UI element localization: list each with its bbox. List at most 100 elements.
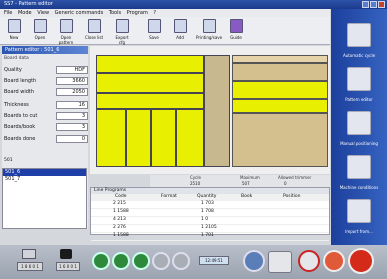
open-folder-icon [33,19,47,33]
pattern-piece[interactable] [96,73,204,93]
strip-piece [232,113,328,167]
menu-program[interactable]: Program [127,10,148,16]
board-length-field[interactable]: 3660 [56,77,88,85]
boards-per-book-label: Boards/book [4,124,36,130]
waste-area [204,55,230,167]
allowed-trimmer-value: 0 [284,181,287,186]
menu-generic-commands[interactable]: Generic commands [55,10,104,16]
add-icon [173,19,187,33]
printing-save-button[interactable]: Printing/save [196,19,222,43]
board-width-field[interactable]: 2050 [56,88,88,96]
board-data-label: Board data [4,56,29,61]
open-button[interactable]: Open [30,19,50,43]
boards-done-field[interactable]: 0 [56,135,88,143]
boards-to-cut-field[interactable]: 3 [56,112,88,120]
list-item[interactable]: 501_6 [3,169,86,176]
import-icon [347,199,371,223]
new-button[interactable]: New [4,19,24,43]
machine-icon [22,249,36,259]
boards-done-label: Boards done [4,136,36,142]
strip-piece [232,63,328,81]
cutting-pattern-board[interactable] [96,55,230,167]
thickness-field[interactable]: 16 [56,101,88,109]
automatic-cycle-icon [347,23,371,47]
menu-view[interactable]: View [37,10,49,16]
pattern-piece[interactable] [151,109,176,167]
import-button[interactable]: Import from... [334,189,384,243]
open-pattern-icon [59,19,73,33]
allowed-trimmer-header: Allowed trimmer [278,175,312,180]
title-bar: SS7 - Pattern editor [0,0,387,9]
menu-file[interactable]: File [4,10,12,16]
add-button[interactable]: Add [170,19,190,43]
menu-mode[interactable]: Mode [18,10,32,16]
power-button[interactable] [298,250,320,272]
table-row[interactable]: 2 215 1 703 [91,201,329,209]
pattern-piece[interactable] [96,55,204,73]
toolbar: New Open Open pattern Close list Export … [0,17,330,45]
cycle-header: Cycle [190,175,201,180]
rewind-button[interactable] [92,252,110,270]
col-format: Format [161,194,177,199]
guide-button[interactable]: Guide [226,19,246,43]
export-icon [115,19,129,33]
thickness-label: Thickness [4,102,29,108]
col-book: Book [241,194,253,199]
pattern-piece[interactable] [96,93,204,109]
open-pattern-button[interactable]: Open pattern [56,19,76,45]
play-button[interactable] [112,252,130,270]
boards-to-cut-label: Boards to cut [4,113,38,119]
quality-field[interactable]: HDF [56,66,88,74]
new-file-icon [7,19,21,33]
table-row[interactable]: 1 1588 1 701 [91,233,329,241]
maximize-button[interactable] [370,1,377,8]
col-quantity: Quantity [197,194,217,199]
table-row[interactable]: 2 276 1 2105 [91,225,329,233]
control-bar: 1 8 6 0 1 1 6 0 0 1 12:49:51 [0,245,387,279]
close-list-icon [87,19,101,33]
emergency-stop-button[interactable] [348,248,374,274]
clock-display: 12:49:51 [199,256,229,265]
board-length-label: Board length [4,78,37,84]
pattern-piece[interactable] [96,109,126,167]
strip-piece [232,81,328,99]
stop-button[interactable] [172,252,190,270]
step-button[interactable] [132,252,150,270]
printer-icon [202,19,216,33]
menu-help[interactable]: ? [153,10,156,16]
guide-book-icon [229,19,243,33]
close-button[interactable] [378,1,385,8]
line-programs-table: Line Programs Code Format Quantity Book … [90,187,330,241]
col-code: Code [115,194,127,199]
minimize-button[interactable] [362,1,369,8]
pattern-editor-title: Pattern editor : 501_6 [2,46,88,54]
counter-display: 1 6 0 0 1 [56,262,80,271]
cycle-value: 2510 [190,181,201,186]
save-button[interactable]: Save [144,19,164,43]
pattern-editor-icon [347,67,371,91]
table-row[interactable]: 4 213 1 0 [91,217,329,225]
machine-conditions-icon [347,155,371,179]
boards-per-book-field[interactable]: 3 [56,123,88,131]
menu-tools[interactable]: Tools [109,10,121,16]
save-icon [147,19,161,33]
col-position: Position [283,194,301,199]
reset-button[interactable] [323,250,345,272]
manual-positioning-icon [347,111,371,135]
quality-label: Quality [4,67,22,73]
saw-icon [60,249,72,259]
pattern-list-header: 501 [4,158,13,163]
pattern-piece[interactable] [126,109,151,167]
pause-button[interactable] [152,252,170,270]
mode-badge-button[interactable] [243,250,265,272]
table-row[interactable]: 1 1588 1 708 [91,209,329,217]
tool-button[interactable] [268,251,292,273]
menu-bar: File Mode View Generic commands Tools Pr… [0,9,330,17]
strip-piece [232,99,328,113]
cycle-summary: Cycle Maximum Allowed trimmer 2510 507 0 [150,175,330,187]
close-list-button[interactable]: Close list [84,19,104,43]
list-item[interactable]: 501_7 [3,176,86,183]
pattern-piece[interactable] [176,109,204,167]
pattern-list[interactable]: 501_6 501_7 [2,168,87,229]
export-cfg-button[interactable]: Export cfg [112,19,132,45]
